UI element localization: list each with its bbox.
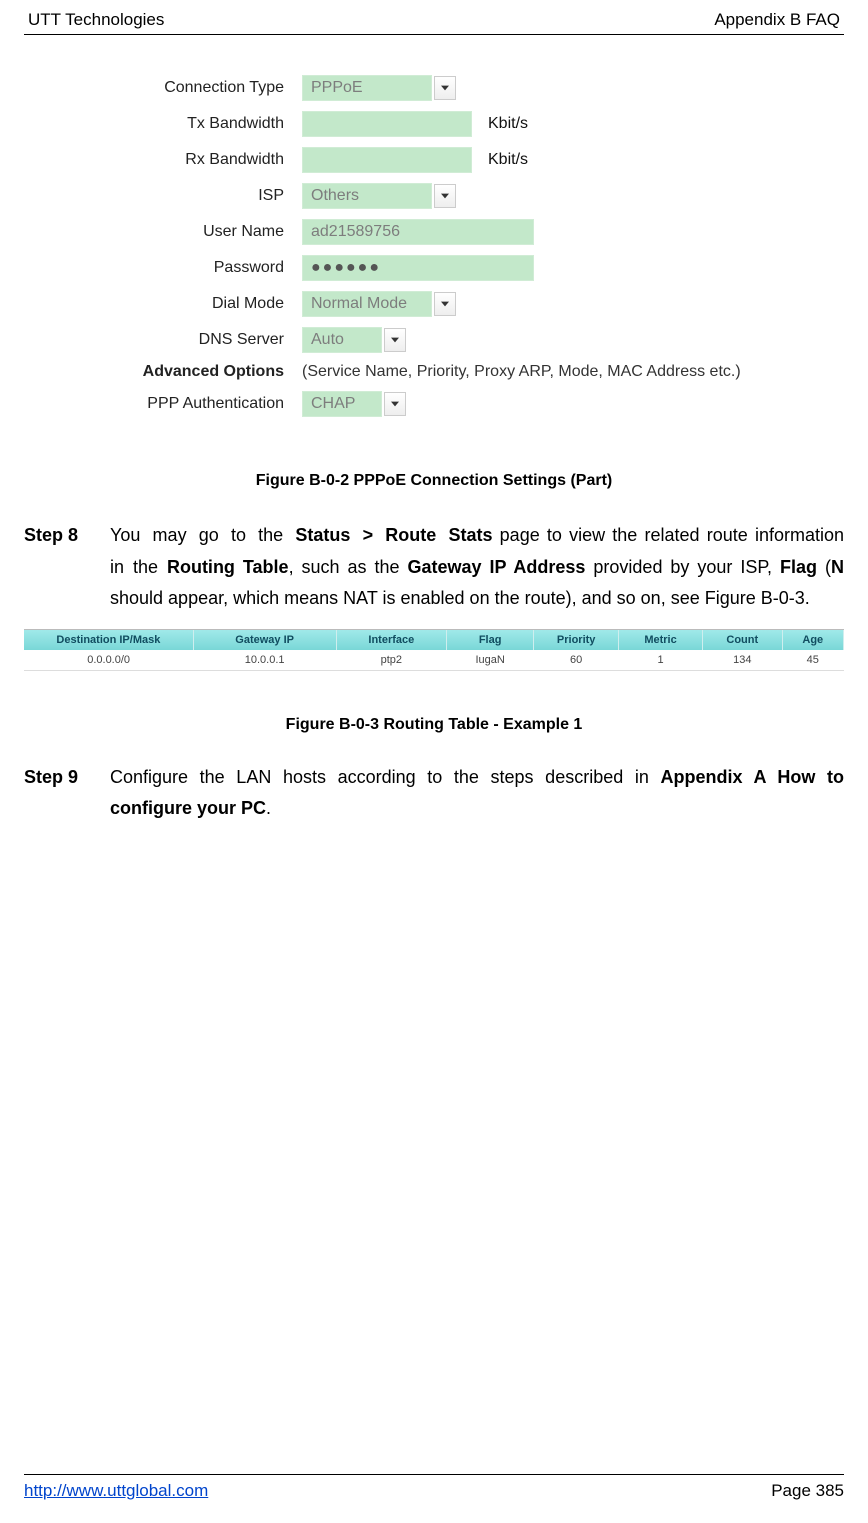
dial-mode-select[interactable]: Normal Mode	[302, 291, 456, 317]
label-rx-bandwidth: Rx Bandwidth	[98, 151, 302, 169]
username-input[interactable]: ad21589756	[302, 219, 534, 245]
footer-page-number: Page 385	[771, 1481, 844, 1501]
label-username: User Name	[98, 223, 302, 241]
cell-age: 45	[782, 650, 843, 671]
step-8-text: , such as the	[289, 557, 408, 577]
step-8-bold-5: N	[831, 557, 844, 577]
col-age: Age	[782, 630, 843, 650]
isp-value: Others	[302, 183, 432, 209]
advanced-options-text: (Service Name, Priority, Proxy ARP, Mode…	[302, 363, 741, 381]
col-flag: Flag	[447, 630, 534, 650]
col-metric: Metric	[619, 630, 703, 650]
pppoe-settings-form: Connection Type PPPoE Tx Bandwidth Kbit/…	[98, 75, 844, 417]
rx-bandwidth-input[interactable]	[302, 147, 472, 173]
col-count: Count	[702, 630, 782, 650]
password-input[interactable]: ●●●●●●	[302, 255, 534, 281]
step-9-label: Step 9	[24, 762, 110, 825]
col-interface: Interface	[336, 630, 447, 650]
header-rule	[24, 34, 844, 35]
routing-table-header: Destination IP/Mask Gateway IP Interface…	[24, 630, 844, 650]
label-connection-type: Connection Type	[98, 79, 302, 97]
step-9: Step 9 Configure the LAN hosts according…	[24, 762, 844, 825]
step-8-text: provided by your ISP,	[585, 557, 780, 577]
tx-bandwidth-input[interactable]	[302, 111, 472, 137]
figure-caption-b02: Figure B-0-2 PPPoE Connection Settings (…	[24, 472, 844, 490]
chevron-down-icon	[384, 328, 406, 352]
cell-metric: 1	[619, 650, 703, 671]
rx-bandwidth-unit: Kbit/s	[488, 151, 528, 169]
footer-url-link[interactable]: http://www.uttglobal.com	[24, 1481, 208, 1501]
cell-gateway-ip: 10.0.0.1	[193, 650, 336, 671]
figure-caption-b03: Figure B-0-3 Routing Table - Example 1	[24, 716, 844, 734]
routing-table-row: 0.0.0.0/0 10.0.0.1 ptp2 IugaN 60 1 134 4…	[24, 650, 844, 671]
isp-select[interactable]: Others	[302, 183, 456, 209]
tx-bandwidth-unit: Kbit/s	[488, 115, 528, 133]
label-ppp-auth: PPP Authentication	[98, 395, 302, 413]
col-gateway-ip: Gateway IP	[193, 630, 336, 650]
cell-count: 134	[702, 650, 782, 671]
chevron-down-icon	[434, 184, 456, 208]
step-8-text: should appear, which means NAT is enable…	[110, 588, 810, 608]
dial-mode-value: Normal Mode	[302, 291, 432, 317]
connection-type-select[interactable]: PPPoE	[302, 75, 456, 101]
header-left: UTT Technologies	[28, 10, 164, 30]
step-8-label: Step 8	[24, 520, 110, 615]
cell-interface: ptp2	[336, 650, 447, 671]
label-isp: ISP	[98, 187, 302, 205]
routing-table-figure: Destination IP/Mask Gateway IP Interface…	[24, 629, 844, 671]
step-8-text: (	[817, 557, 831, 577]
step-8-bold-4: Flag	[780, 557, 817, 577]
ppp-auth-select[interactable]: CHAP	[302, 391, 406, 417]
label-tx-bandwidth: Tx Bandwidth	[98, 115, 302, 133]
cell-priority: 60	[534, 650, 619, 671]
dns-server-select[interactable]: Auto	[302, 327, 406, 353]
ppp-auth-value: CHAP	[302, 391, 382, 417]
label-dns-server: DNS Server	[98, 331, 302, 349]
cell-flag: IugaN	[447, 650, 534, 671]
label-advanced-options: Advanced Options	[98, 363, 302, 381]
step-9-text: .	[266, 798, 271, 818]
step-8-bold-3: Gateway IP Address	[407, 557, 585, 577]
chevron-down-icon	[434, 76, 456, 100]
col-priority: Priority	[534, 630, 619, 650]
step-8-bold-2: Routing Table	[167, 557, 289, 577]
footer-rule	[24, 1474, 844, 1475]
chevron-down-icon	[434, 292, 456, 316]
step-8-bold-1: Status > Route Stats	[295, 525, 492, 545]
step-8-text: You may go to the	[110, 525, 295, 545]
col-dest-ip: Destination IP/Mask	[24, 630, 193, 650]
step-9-text: Configure the LAN hosts according to the…	[110, 767, 660, 787]
connection-type-value: PPPoE	[302, 75, 432, 101]
label-dial-mode: Dial Mode	[98, 295, 302, 313]
label-password: Password	[98, 259, 302, 277]
dns-server-value: Auto	[302, 327, 382, 353]
chevron-down-icon	[384, 392, 406, 416]
header-right: Appendix B FAQ	[714, 10, 840, 30]
cell-dest-ip: 0.0.0.0/0	[24, 650, 193, 671]
step-8: Step 8 You may go to the Status > Route …	[24, 520, 844, 615]
